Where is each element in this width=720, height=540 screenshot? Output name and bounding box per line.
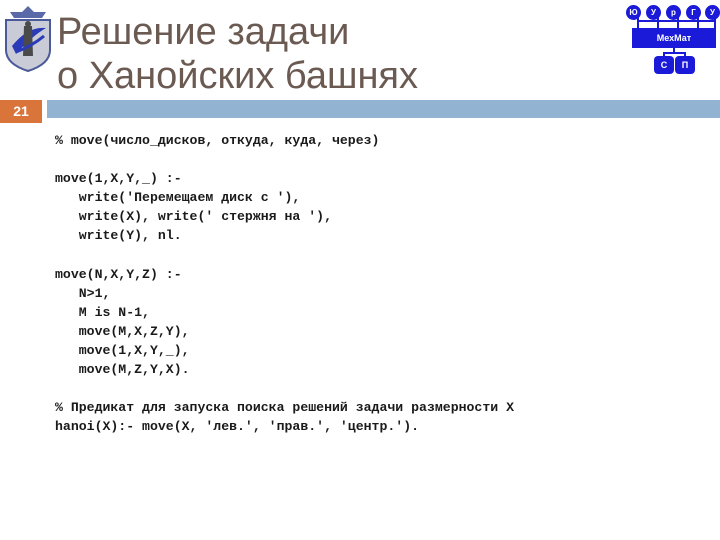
slide-number: 21 <box>0 100 42 123</box>
connector-line <box>663 52 686 54</box>
code-line: % move(число_дисков, откуда, куда, через… <box>55 133 380 148</box>
code-line: % Предикат для запуска поиска решений за… <box>55 400 514 416</box>
title-line-2: о Ханойских башнях <box>57 55 418 97</box>
code-line: move(1,X,Y,_), <box>55 343 190 359</box>
code-line: N>1, <box>55 285 111 301</box>
mexmat-node: р <box>666 5 681 20</box>
mexmat-node: П <box>675 56 695 74</box>
mexmat-logo: Ю У р Г У МехМат С П <box>620 2 720 74</box>
mexmat-node: С <box>654 56 674 74</box>
code-line: move(1,X,Y,_) :- <box>55 171 182 187</box>
code-line: M is N-1, <box>55 304 150 320</box>
code-line: move(N,X,Y,Z) :- <box>55 266 182 282</box>
code-line: write('Перемещаем диск с '), <box>55 190 301 206</box>
code-line: move(M,Z,Y,X). <box>55 362 190 378</box>
code-line: write(Y), nl. <box>55 228 182 244</box>
code-block: % move(число_дисков, откуда, куда, через… <box>55 131 514 437</box>
code-line: move(M,X,Z,Y), <box>55 323 190 339</box>
connector-line <box>637 20 716 22</box>
code-line: write(X), write(' стержня на '), <box>55 209 332 225</box>
mexmat-node: У <box>705 5 720 20</box>
mexmat-node: Г <box>686 5 701 20</box>
university-crest-icon <box>2 6 54 73</box>
mexmat-node: Ю <box>626 5 641 20</box>
header-bar <box>47 100 720 118</box>
code-line: hanoi(X):- move(X, 'лев.', 'прав.', 'цен… <box>55 419 420 435</box>
title-line-1: Решение задачи <box>57 11 350 53</box>
mexmat-node: У <box>646 5 661 20</box>
mexmat-label: МехМат <box>632 28 716 48</box>
page-title: Решение задачи о Ханойских башнях <box>57 10 418 98</box>
